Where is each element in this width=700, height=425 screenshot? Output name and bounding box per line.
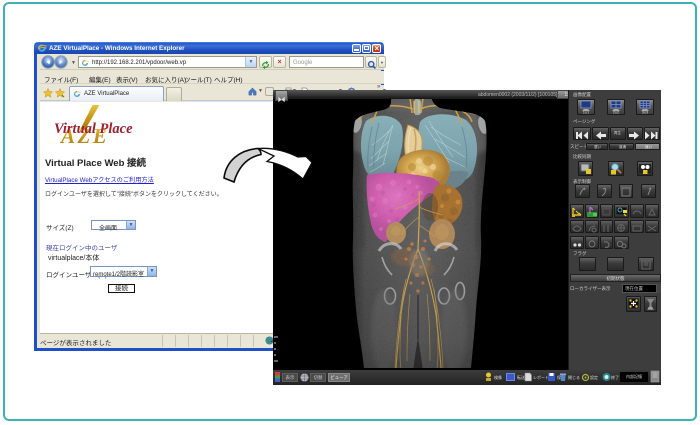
svg-text:24h: 24h <box>648 306 653 310</box>
svg-text:3x3: 3x3 <box>642 110 649 115</box>
svg-text:2x2: 2x2 <box>613 110 620 115</box>
svg-text:Virtual Place: Virtual Place <box>54 121 133 137</box>
svg-text:1x1: 1x1 <box>583 110 590 115</box>
